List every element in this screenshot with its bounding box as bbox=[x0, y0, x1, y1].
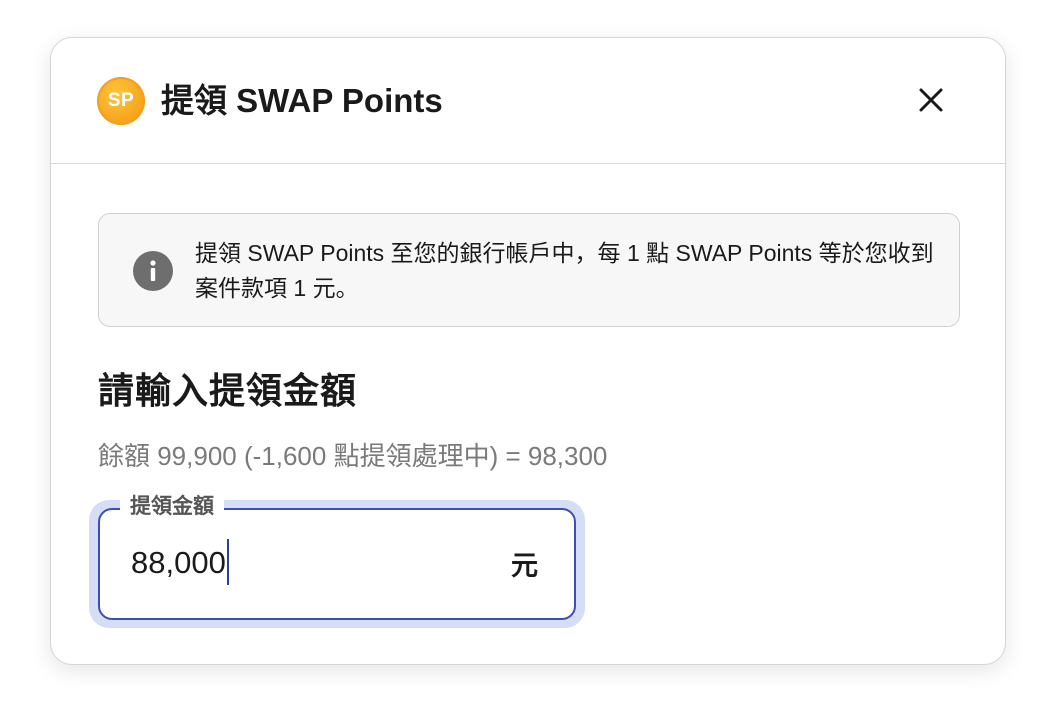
withdraw-amount-input[interactable]: 提領金額 88,000 元 bbox=[98, 493, 576, 620]
amount-heading: 請輸入提領金額 bbox=[98, 370, 358, 411]
amount-field-label: 提領金額 bbox=[120, 493, 224, 521]
amount-value-text: 88,000 bbox=[131, 545, 226, 580]
info-icon bbox=[133, 251, 173, 291]
amount-field-value[interactable]: 88,000 bbox=[131, 538, 229, 588]
close-button[interactable] bbox=[913, 82, 949, 118]
info-notice: 提領 SWAP Points 至您的銀行帳戶中，每 1 點 SWAP Point… bbox=[98, 213, 960, 327]
info-message: 提領 SWAP Points 至您的銀行帳戶中，每 1 點 SWAP Point… bbox=[195, 240, 934, 301]
dialog-header: SP 提領 SWAP Points bbox=[51, 38, 1005, 164]
amount-unit: 元 bbox=[511, 551, 538, 581]
withdraw-dialog: SP 提領 SWAP Points 提領 SWAP Points 至您的銀行帳戶… bbox=[50, 37, 1006, 665]
close-icon bbox=[919, 88, 943, 112]
balance-summary: 餘額 99,900 (-1,600 點提領處理中) = 98,300 bbox=[98, 441, 608, 471]
dialog-title: 提領 SWAP Points bbox=[161, 82, 443, 119]
text-caret bbox=[226, 538, 229, 585]
swap-points-badge-icon: SP bbox=[97, 77, 145, 125]
